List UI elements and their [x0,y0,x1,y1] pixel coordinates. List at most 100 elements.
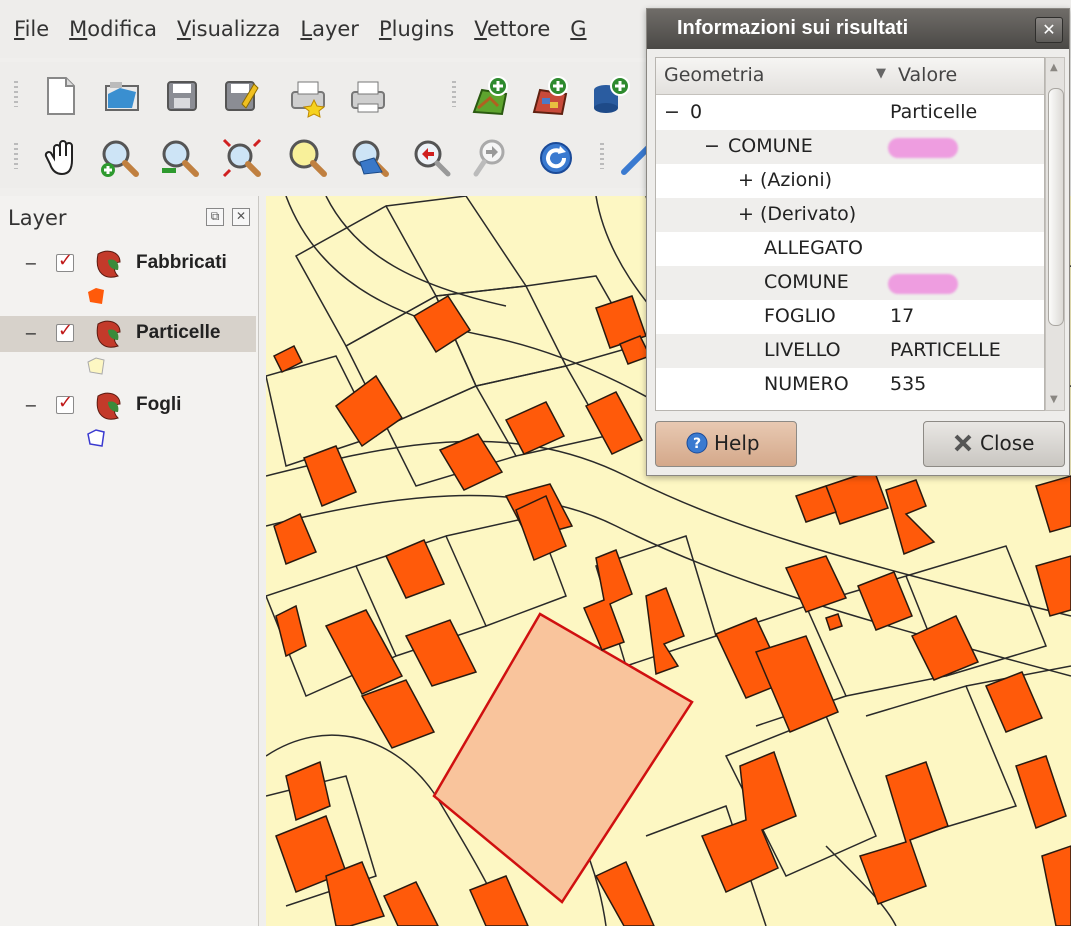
toolbar-grip[interactable] [14,81,18,107]
row-key: (Azioni) [760,169,833,191]
column-header-valore[interactable]: Valore [898,64,957,86]
menu-visualizza[interactable]: Visualizza [177,17,280,41]
menu-file[interactable]: File [14,17,49,41]
map-navigation-toolbar [0,124,651,188]
collapse-icon[interactable]: − [24,256,38,272]
pan-icon[interactable] [40,136,84,180]
legend-building-symbol [88,288,104,304]
scroll-down-icon[interactable]: ▼ [1050,394,1058,405]
results-tree: Geometria ▼ Valore − 0 Particelle − COMU… [655,57,1045,411]
close-button[interactable]: Close [923,421,1065,467]
save-project-icon[interactable] [160,74,204,118]
layer-name: Fogli [136,394,182,415]
row-key: ALLEGATO [764,237,863,259]
identify-results-dialog: Informazioni sui risultati ✕ Geometria ▼… [646,8,1070,476]
toolbar-grip[interactable] [14,143,18,169]
expand-icon[interactable]: + [738,203,754,225]
zoom-last-icon[interactable] [410,136,454,180]
dialog-title: Informazioni sui risultati [677,17,909,39]
tree-row[interactable]: LIVELLO PARTICELLE [656,334,1044,368]
zoom-full-icon[interactable] [220,136,264,180]
panel-title: Layer [8,206,67,230]
layer-item-particelle[interactable]: − Particelle [0,316,256,352]
collapse-icon[interactable]: − [24,326,38,342]
zoom-out-icon[interactable] [158,136,202,180]
tree-row[interactable]: − COMUNE [656,130,1044,164]
layer-panel: Layer ⧉ ✕ − Fabbricati − Particelle − Fo… [0,196,259,926]
zoom-layer-icon[interactable] [348,136,392,180]
tree-row[interactable]: COMUNE [656,266,1044,300]
vector-layer-icon [96,392,121,420]
layer-visibility-checkbox[interactable] [56,392,74,414]
layer-visibility-checkbox[interactable] [56,250,74,272]
zoom-in-icon[interactable] [98,136,142,180]
scrollbar-thumb[interactable] [1048,88,1064,326]
save-as-icon[interactable] [218,74,262,118]
column-header-geometria[interactable]: Geometria [664,64,764,86]
row-value: Particelle [890,101,978,123]
vector-layer-icon [96,320,121,348]
help-icon: ? [686,432,708,454]
row-key: (Derivato) [760,203,857,225]
float-panel-icon[interactable]: ⧉ [206,208,224,226]
collapse-icon[interactable]: − [664,101,680,123]
menu-layer[interactable]: Layer [300,17,359,41]
help-label: Help [714,431,760,455]
row-value: 17 [890,305,915,327]
help-button[interactable]: ? Help [655,421,797,467]
row-key: COMUNE [764,271,849,293]
tree-header: Geometria ▼ Valore [656,58,1044,95]
collapse-icon[interactable]: − [704,135,720,157]
close-icon [954,434,972,452]
legend-sheet-symbol [87,429,105,447]
redacted-value [888,274,958,294]
add-raster-layer-icon[interactable] [528,74,572,118]
close-panel-icon[interactable]: ✕ [232,208,250,226]
close-icon[interactable]: ✕ [1035,17,1063,43]
toolbar-grip[interactable] [600,143,604,169]
file-toolbar [0,62,650,126]
layer-name: Particelle [136,322,221,343]
row-value: 535 [890,373,927,395]
collapse-icon[interactable]: − [24,398,38,414]
menu-vettore[interactable]: Vettore [474,17,550,41]
tree-row[interactable]: + (Azioni) [656,164,1044,198]
row-key: NUMERO [764,373,849,395]
tree-row[interactable]: − 0 Particelle [656,96,1044,130]
layer-name: Fabbricati [136,252,227,273]
tree-row[interactable]: + (Derivato) [656,198,1044,232]
layer-item-fabbricati[interactable]: − Fabbricati [0,246,256,282]
expand-icon[interactable]: + [738,169,754,191]
tree-row[interactable]: FOGLIO 17 [656,300,1044,334]
redacted-value [888,138,958,158]
tree-row[interactable]: ALLEGATO [656,232,1044,266]
add-postgis-layer-icon[interactable] [588,74,632,118]
row-key: LIVELLO [764,339,841,361]
new-project-icon[interactable] [38,74,82,118]
close-label: Close [980,431,1035,455]
menu-modifica[interactable]: Modifica [69,17,157,41]
row-key: FOGLIO [764,305,836,327]
legend-parcel-symbol [87,357,105,375]
zoom-next-icon[interactable] [470,136,514,180]
dialog-titlebar[interactable]: Informazioni sui risultati ✕ [647,9,1069,49]
print-composer-icon[interactable] [286,74,330,118]
svg-text:?: ? [693,436,701,452]
toolbar-grip[interactable] [452,81,456,107]
layer-visibility-checkbox[interactable] [56,320,74,342]
add-vector-layer-icon[interactable] [468,74,512,118]
row-key: COMUNE [728,135,813,157]
sort-indicator-icon[interactable]: ▼ [876,66,886,81]
open-project-icon[interactable] [100,74,144,118]
scroll-up-icon[interactable]: ▲ [1050,62,1058,73]
zoom-selection-icon[interactable] [286,136,330,180]
vector-layer-icon [96,250,121,278]
menu-g-truncated[interactable]: G [570,17,586,41]
vertical-scrollbar[interactable]: ▲ ▼ [1045,57,1065,411]
tree-row[interactable]: NUMERO 535 [656,368,1044,402]
row-value: PARTICELLE [890,339,1001,361]
print-icon[interactable] [346,74,390,118]
menu-plugins[interactable]: Plugins [379,17,454,41]
refresh-icon[interactable] [534,136,578,180]
layer-item-fogli[interactable]: − Fogli [0,388,256,424]
